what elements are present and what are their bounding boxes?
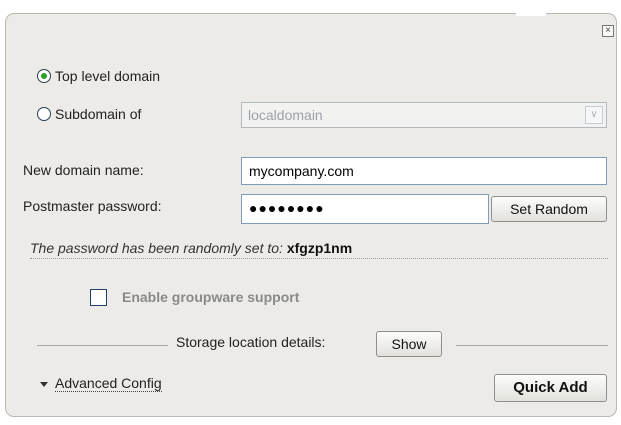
domain-name-input[interactable]: mycompany.com (241, 157, 607, 185)
parent-domain-selected-value: localdomain (248, 107, 323, 123)
show-storage-button[interactable]: Show (376, 331, 442, 357)
divider-right (456, 345, 608, 346)
advanced-config-toggle[interactable]: Advanced Config (40, 376, 162, 392)
panel-notch (516, 10, 546, 16)
radio-button-unchecked[interactable] (37, 107, 51, 121)
postmaster-password-input[interactable]: ●●●●●●●● (241, 194, 489, 224)
radio-subdomain-label: Subdomain of (55, 106, 142, 122)
radio-top-level-domain[interactable]: Top level domain (37, 68, 160, 84)
enable-groupware-checkbox[interactable] (90, 289, 107, 306)
enable-groupware-label: Enable groupware support (122, 289, 300, 305)
postmaster-password-label: Postmaster password: (23, 198, 162, 214)
parent-domain-select[interactable]: localdomain ∨ (241, 102, 607, 128)
chevron-down-icon[interactable]: ∨ (585, 106, 603, 124)
quick-add-button[interactable]: Quick Add (494, 374, 607, 402)
radio-subdomain-of[interactable]: Subdomain of (37, 106, 141, 122)
radio-button-checked[interactable] (37, 69, 51, 83)
close-icon[interactable]: × (602, 25, 614, 37)
random-password-value: xfgzp1nm (286, 240, 353, 256)
radio-top-level-label: Top level domain (55, 68, 161, 84)
random-password-notice-text: The password has been randomly set to: (30, 240, 283, 256)
domain-name-label: New domain name: (23, 162, 144, 178)
triangle-down-icon (40, 381, 48, 387)
advanced-config-label: Advanced Config (55, 375, 162, 392)
random-password-notice: The password has been randomly set to: x… (30, 240, 608, 259)
set-random-button[interactable]: Set Random (491, 196, 607, 222)
divider-left (37, 345, 168, 346)
storage-location-label: Storage location details: (176, 334, 326, 350)
